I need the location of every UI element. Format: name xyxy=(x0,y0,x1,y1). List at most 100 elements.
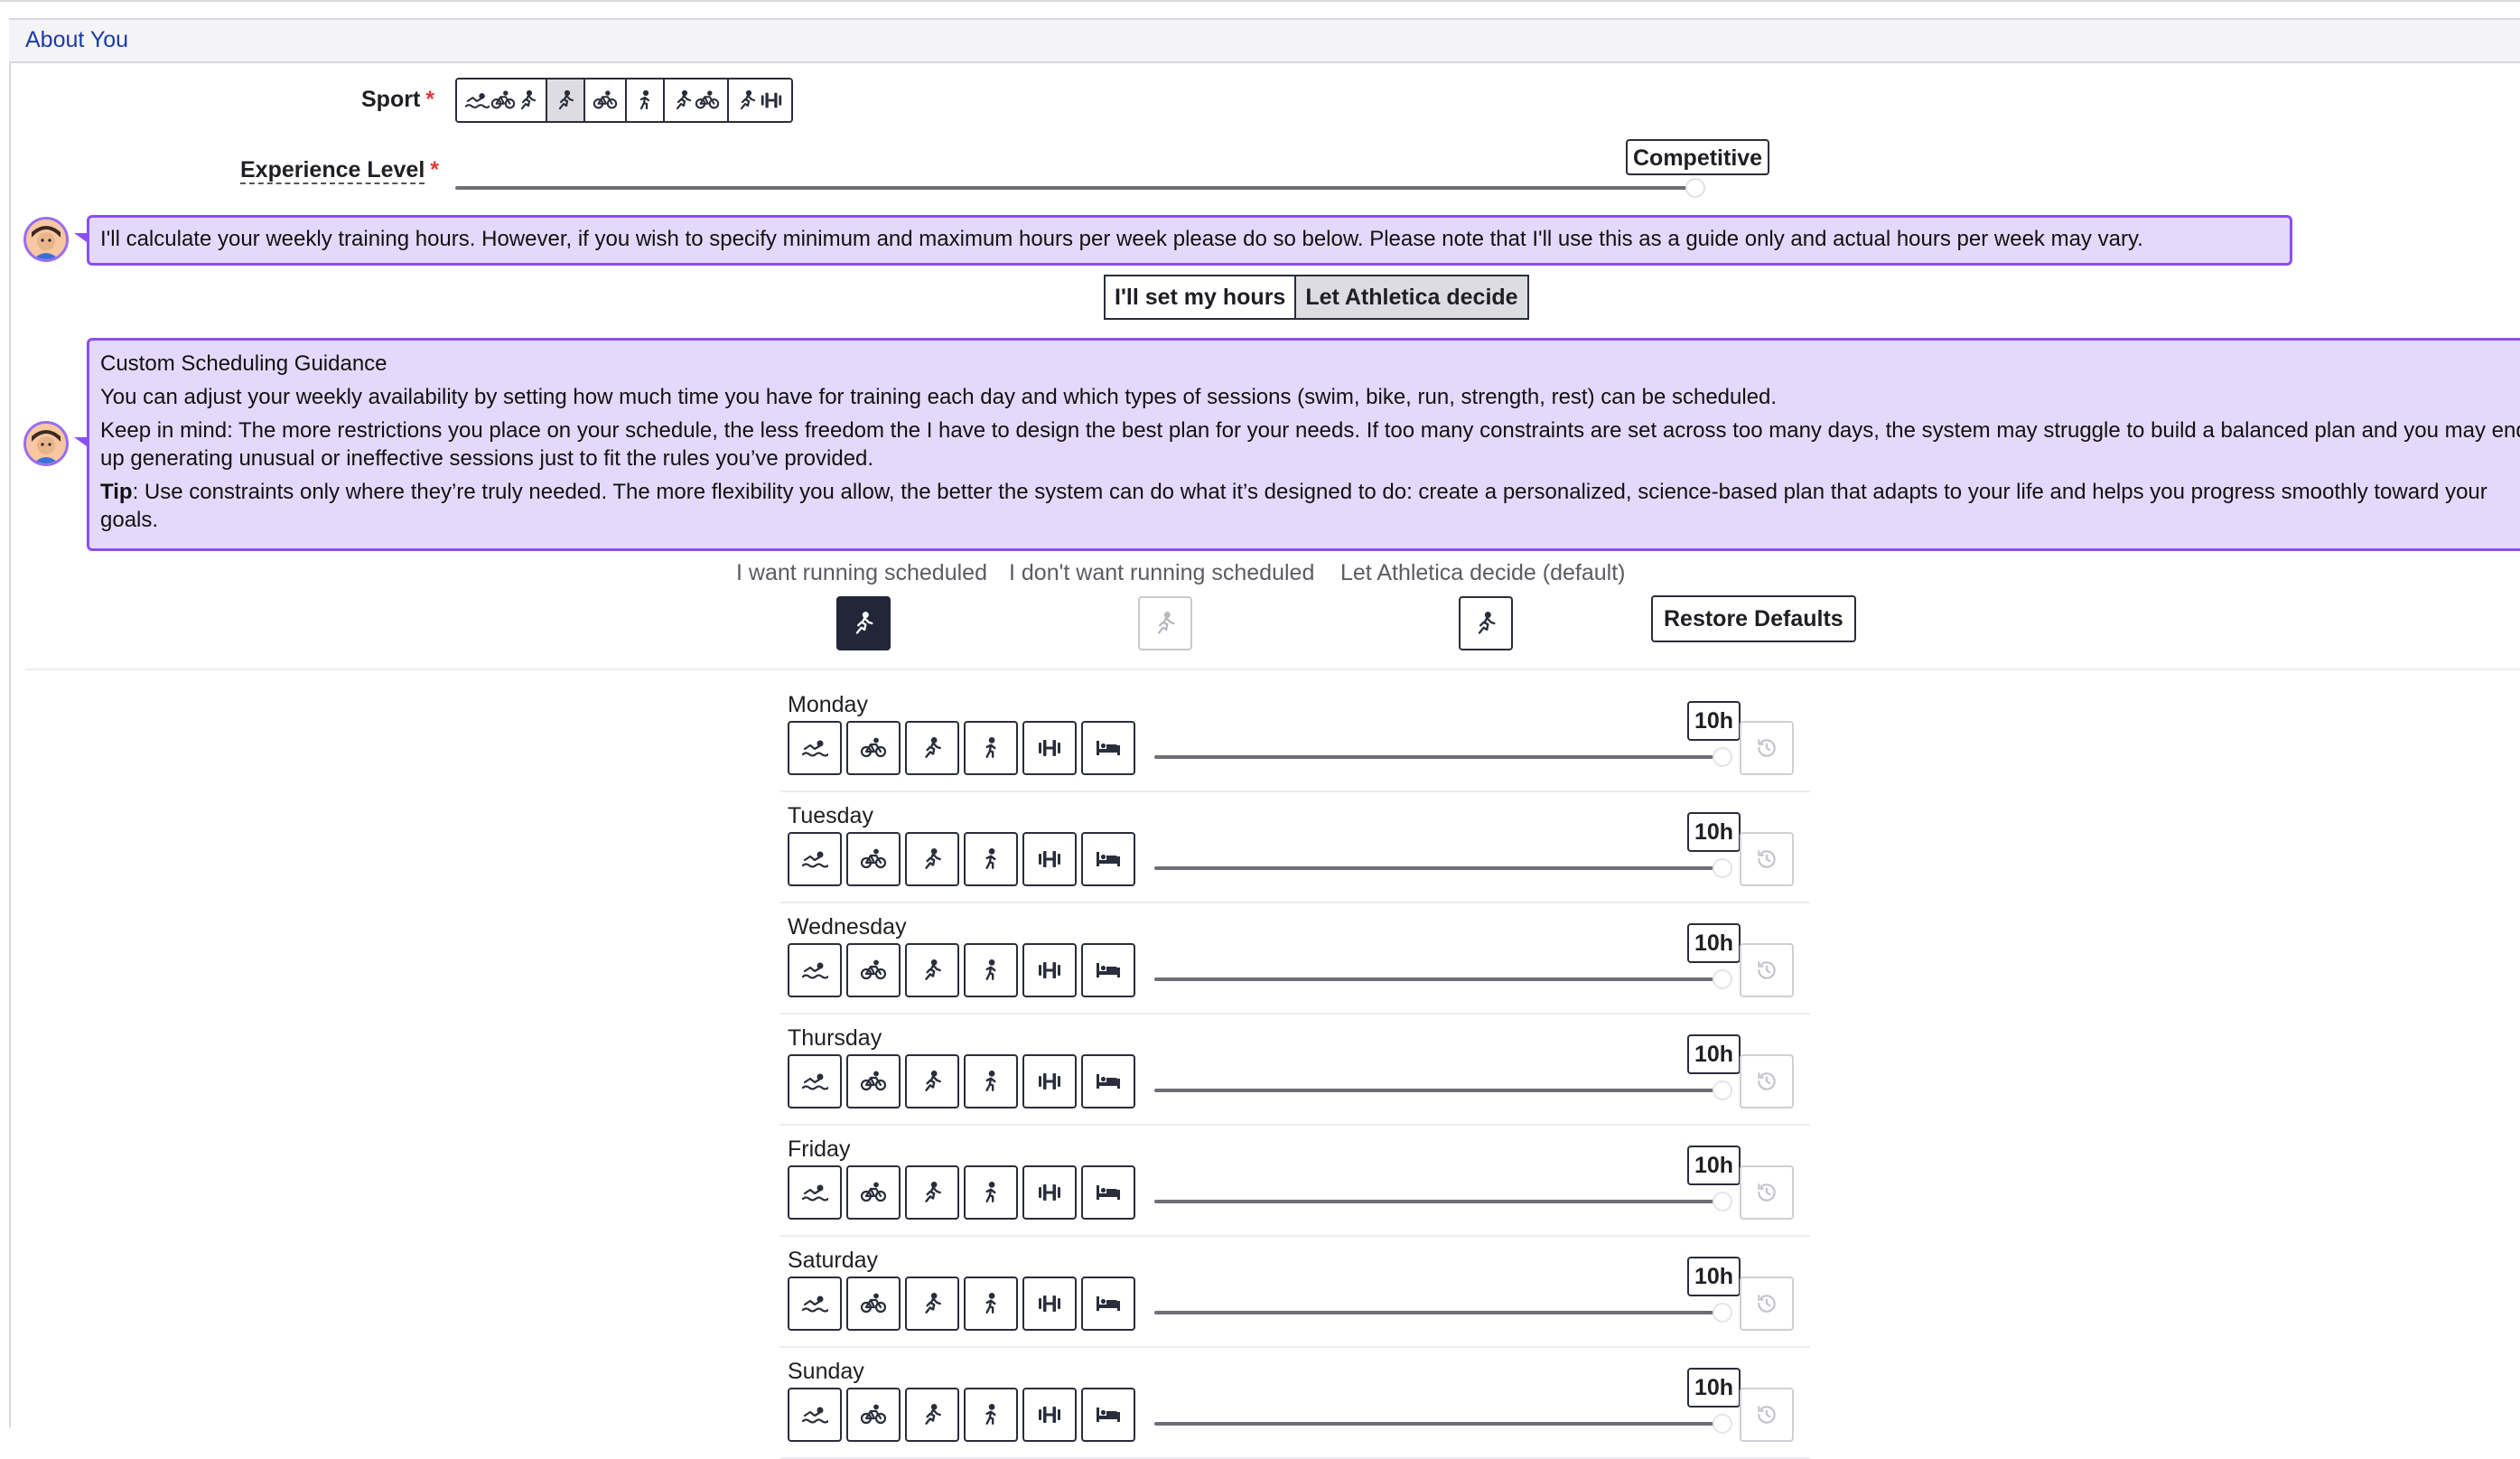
hours-slider-track[interactable] xyxy=(1154,1311,1714,1314)
scheduling-guidance-message: Custom Scheduling Guidance You can adjus… xyxy=(87,338,2520,551)
hours-slider-handle[interactable] xyxy=(1713,1080,1732,1100)
session-type-toggles xyxy=(788,1388,1135,1442)
history-icon xyxy=(1755,1403,1778,1426)
hours-slider-handle[interactable] xyxy=(1713,1192,1732,1211)
restore-defaults-button[interactable]: Restore Defaults xyxy=(1651,595,1856,642)
hours-slider-track[interactable] xyxy=(1154,866,1714,870)
run-toggle-button[interactable] xyxy=(905,943,959,997)
strength-toggle-button[interactable] xyxy=(1022,721,1077,775)
set-my-hours-button[interactable]: I'll set my hours xyxy=(1104,275,1297,320)
reset-day-button[interactable] xyxy=(1740,1277,1794,1331)
run-toggle-button[interactable] xyxy=(905,1277,959,1331)
trail-run-toggle-button[interactable] xyxy=(964,832,1018,886)
run-toggle-button[interactable] xyxy=(905,1054,959,1108)
hours-slider-track[interactable] xyxy=(1154,977,1714,981)
rest-bed-toggle-button[interactable] xyxy=(1081,832,1135,886)
strength-icon xyxy=(1036,1071,1063,1092)
let-athletica-decide-button[interactable]: Let Athletica decide xyxy=(1296,275,1529,320)
swim-icon xyxy=(801,1404,828,1426)
strength-icon xyxy=(1036,1293,1063,1314)
trail-run-icon xyxy=(634,89,656,111)
hours-slider-handle[interactable] xyxy=(1713,969,1732,989)
want-running-button[interactable] xyxy=(836,596,891,650)
sport-option-1[interactable] xyxy=(457,79,547,121)
day-name: Wednesday xyxy=(788,914,907,940)
rest-bed-toggle-button[interactable] xyxy=(1081,721,1135,775)
rest-bed-icon xyxy=(1095,1404,1122,1426)
let-athletica-decide-running-button[interactable] xyxy=(1459,596,1513,650)
bike-toggle-button[interactable] xyxy=(846,1388,901,1442)
swim-toggle-button[interactable] xyxy=(788,1277,842,1331)
reset-day-button[interactable] xyxy=(1740,943,1794,997)
history-icon xyxy=(1755,1181,1778,1204)
hours-slider-track[interactable] xyxy=(1154,1200,1714,1203)
hours-slider-handle[interactable] xyxy=(1713,1303,1732,1323)
hours-slider-handle[interactable] xyxy=(1713,1414,1732,1434)
rest-bed-toggle-button[interactable] xyxy=(1081,1054,1135,1108)
strength-toggle-button[interactable] xyxy=(1022,832,1077,886)
sport-option-6[interactable] xyxy=(729,79,791,121)
hours-slider-handle[interactable] xyxy=(1713,747,1732,767)
reset-day-button[interactable] xyxy=(1740,1165,1794,1220)
swim-icon xyxy=(801,1182,828,1203)
run-toggle-button[interactable] xyxy=(905,1388,959,1442)
strength-toggle-button[interactable] xyxy=(1022,943,1077,997)
history-icon xyxy=(1755,736,1778,760)
swim-icon xyxy=(801,1293,828,1314)
rest-bed-icon xyxy=(1095,959,1122,981)
dont-want-running-button[interactable] xyxy=(1138,596,1192,650)
swim-toggle-button[interactable] xyxy=(788,943,842,997)
run-toggle-button[interactable] xyxy=(905,1165,959,1220)
bike-toggle-button[interactable] xyxy=(846,1165,901,1220)
strength-icon xyxy=(1036,737,1063,759)
rest-bed-icon xyxy=(1095,1071,1122,1092)
reset-day-button[interactable] xyxy=(1740,1054,1794,1108)
strength-toggle-button[interactable] xyxy=(1022,1165,1077,1220)
swim-toggle-button[interactable] xyxy=(788,1054,842,1108)
experience-slider-track[interactable] xyxy=(455,186,1693,190)
sport-option-3[interactable] xyxy=(585,79,627,121)
bike-icon xyxy=(593,89,618,111)
experience-slider-handle[interactable] xyxy=(1685,178,1705,198)
reset-day-button[interactable] xyxy=(1740,721,1794,775)
strength-toggle-button[interactable] xyxy=(1022,1277,1077,1331)
bike-toggle-button[interactable] xyxy=(846,832,901,886)
rest-bed-toggle-button[interactable] xyxy=(1081,943,1135,997)
hours-value: 10h xyxy=(1687,701,1741,741)
swim-toggle-button[interactable] xyxy=(788,832,842,886)
bike-toggle-button[interactable] xyxy=(846,1277,901,1331)
rest-bed-toggle-button[interactable] xyxy=(1081,1388,1135,1442)
run-icon xyxy=(517,89,538,111)
strength-toggle-button[interactable] xyxy=(1022,1388,1077,1442)
sport-option-4[interactable] xyxy=(627,79,665,121)
hours-slider-track[interactable] xyxy=(1154,755,1714,759)
sport-option-5[interactable] xyxy=(665,79,729,121)
run-toggle-button[interactable] xyxy=(905,721,959,775)
rest-bed-toggle-button[interactable] xyxy=(1081,1165,1135,1220)
bike-toggle-button[interactable] xyxy=(846,943,901,997)
bike-toggle-button[interactable] xyxy=(846,721,901,775)
trail-run-toggle-button[interactable] xyxy=(964,1165,1018,1220)
swim-toggle-button[interactable] xyxy=(788,1165,842,1220)
reset-day-button[interactable] xyxy=(1740,832,1794,886)
hours-slider-track[interactable] xyxy=(1154,1089,1714,1092)
sport-option-2[interactable] xyxy=(547,79,585,121)
trail-run-toggle-button[interactable] xyxy=(964,943,1018,997)
trail-run-toggle-button[interactable] xyxy=(964,1388,1018,1442)
trail-run-toggle-button[interactable] xyxy=(964,721,1018,775)
hours-info-text: I'll calculate your weekly training hour… xyxy=(100,227,2143,251)
hours-slider-handle[interactable] xyxy=(1713,858,1732,878)
strength-toggle-button[interactable] xyxy=(1022,1054,1077,1108)
reset-day-button[interactable] xyxy=(1740,1388,1794,1442)
swim-toggle-button[interactable] xyxy=(788,1388,842,1442)
bike-toggle-button[interactable] xyxy=(846,1054,901,1108)
run-icon xyxy=(920,1292,944,1315)
run-toggle-button[interactable] xyxy=(905,832,959,886)
trail-run-toggle-button[interactable] xyxy=(964,1277,1018,1331)
rest-bed-toggle-button[interactable] xyxy=(1081,1277,1135,1331)
panel-header xyxy=(9,18,2520,63)
dont-want-running-label: I don't want running scheduled xyxy=(1009,560,1315,585)
trail-run-toggle-button[interactable] xyxy=(964,1054,1018,1108)
swim-toggle-button[interactable] xyxy=(788,721,842,775)
hours-slider-track[interactable] xyxy=(1154,1422,1714,1426)
